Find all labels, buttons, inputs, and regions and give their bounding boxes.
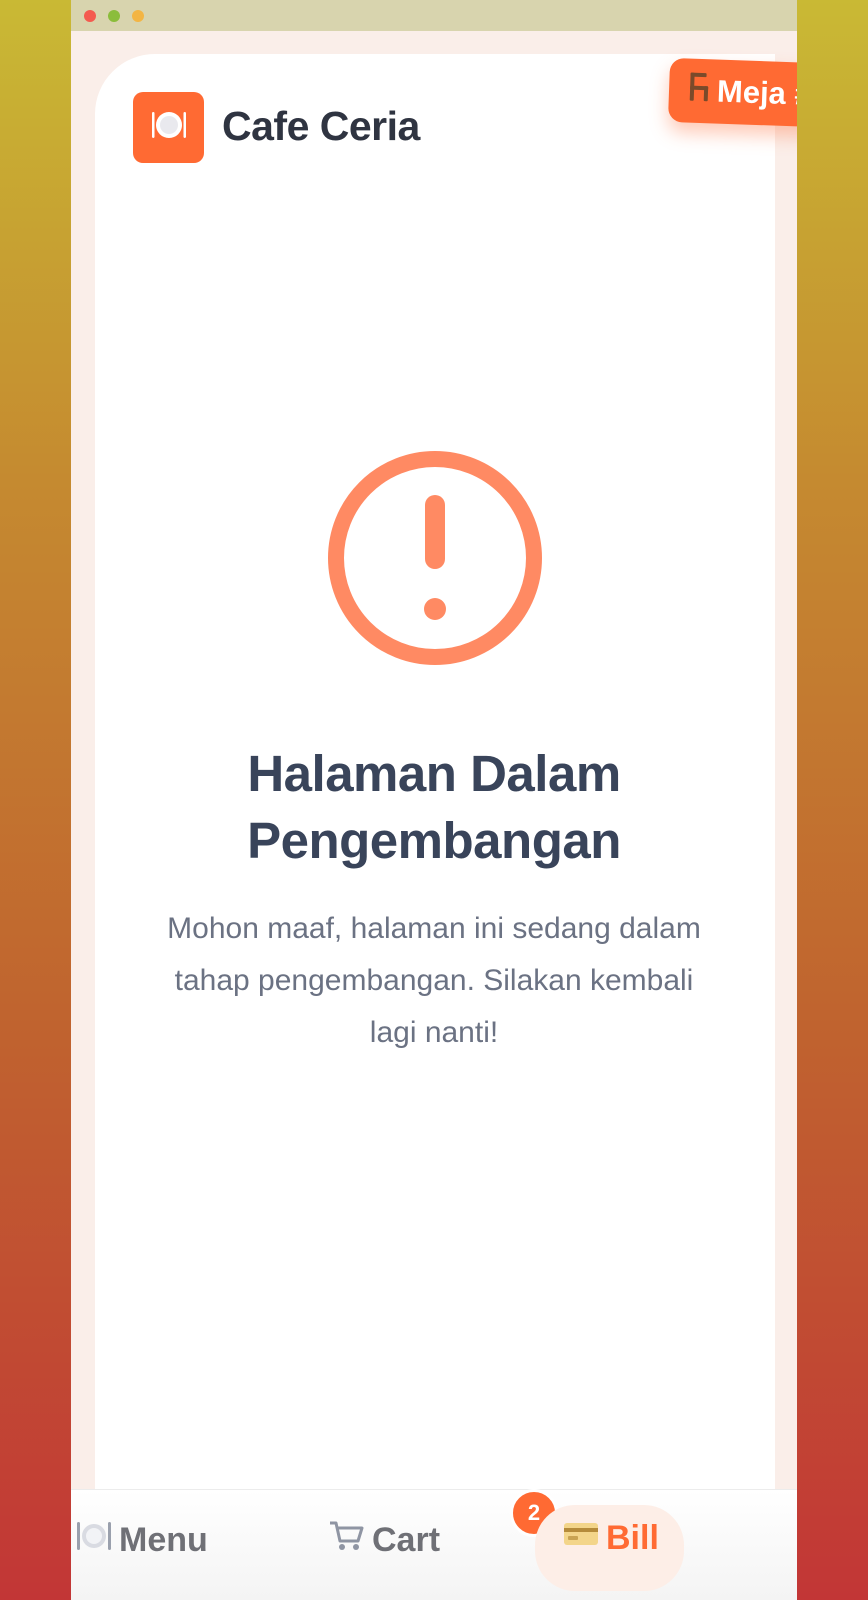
chair-icon xyxy=(686,71,711,112)
table-number-label: Meja #1 xyxy=(716,73,797,113)
tab-bill[interactable]: Bill xyxy=(562,1519,659,1558)
window-titlebar xyxy=(71,0,797,31)
page-description: Mohon maaf, halaman ini sedang dalam tah… xyxy=(167,912,701,1049)
table-number-badge[interactable]: Meja #1 xyxy=(667,57,797,129)
exclamation-circle-icon xyxy=(326,449,544,667)
page-title: Halaman Dalam Pengembangan xyxy=(247,745,621,869)
cart-icon xyxy=(328,1519,366,1562)
tab-cart[interactable]: Cart xyxy=(328,1519,440,1562)
plate-cutlery-icon xyxy=(75,1519,113,1562)
brand-name: Cafe Ceria xyxy=(222,103,420,149)
tab-menu-label: Menu xyxy=(119,1521,208,1559)
tab-bill-label: Bill xyxy=(606,1519,659,1557)
maximize-window-button[interactable] xyxy=(108,10,120,22)
app-logo xyxy=(133,92,204,163)
tab-cart-label: Cart xyxy=(372,1521,441,1559)
tab-menu[interactable]: Menu xyxy=(75,1519,208,1562)
close-window-button[interactable] xyxy=(84,10,96,22)
credit-card-icon xyxy=(562,1519,600,1558)
plate-cutlery-icon xyxy=(149,105,189,150)
minimize-window-button[interactable] xyxy=(132,10,144,22)
